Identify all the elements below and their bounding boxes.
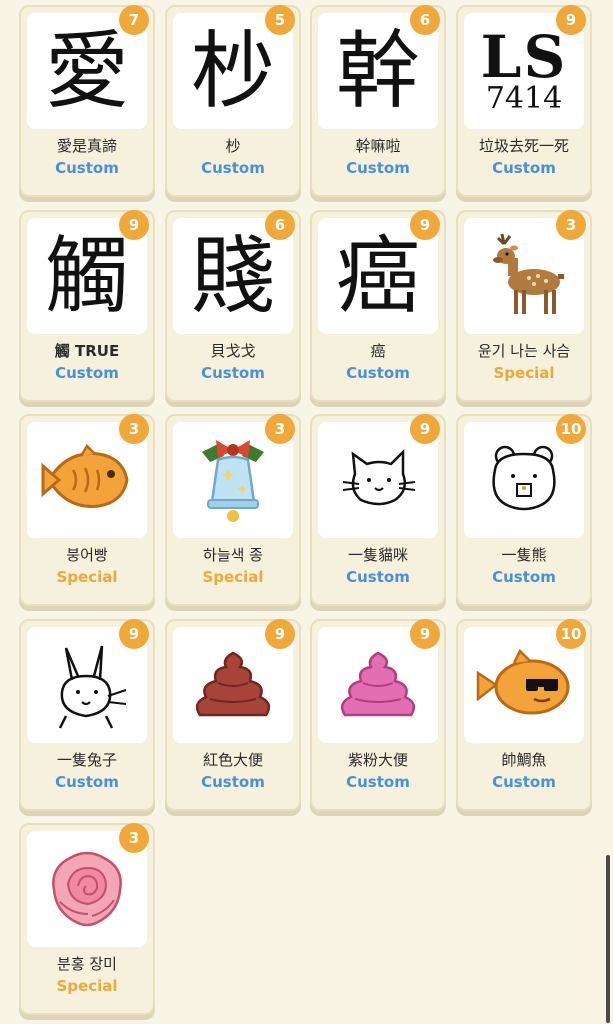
char-gan-icon: 幹 (335, 22, 420, 120)
cat-sketch-icon (342, 448, 416, 506)
sticker-grid: 愛 7 愛是真諦 Custom 杪 5 杪 Custom 幹 6 幹嘛啦 Cus… (0, 0, 613, 1024)
sticker-card[interactable]: 10 一隻熊 Custom (456, 414, 592, 606)
sticker-tier: Special (202, 568, 264, 586)
bear-sketch-icon (492, 445, 556, 511)
sticker-name: 윤기 나는 사슴 (477, 342, 571, 360)
sticker-card[interactable]: 9 一隻貓咪 Custom (310, 414, 446, 606)
sticker-name: 紅色大便 (202, 751, 263, 769)
sticker-tier: Custom (492, 773, 556, 791)
sticker-name: 一隻貓咪 (347, 546, 408, 564)
sticker-tier: Custom (492, 159, 556, 177)
sticker-card[interactable]: 賤 6 貝戈戈 Custom (165, 210, 301, 402)
ls-7414-icon: LS 7414 (481, 28, 568, 114)
char-jian-icon: 賤 (190, 227, 275, 325)
sticker-tier: Special (493, 364, 555, 382)
sticker-tier: Custom (346, 773, 410, 791)
ls-text: LS (480, 23, 568, 91)
char-chu-icon: 觸 (44, 227, 129, 325)
sticker-name: 붕어빵 (66, 546, 108, 564)
rabbit-sketch-icon (58, 645, 127, 729)
brown-poop-icon (195, 651, 271, 717)
sticker-tier: Custom (346, 568, 410, 586)
sticker-name: 帥鯛魚 (501, 751, 547, 769)
cool-fish-bread-icon (476, 648, 570, 715)
sticker-card[interactable]: 3 분홍 장미 Special (19, 823, 155, 1015)
count-badge: 9 (119, 619, 149, 649)
deer-icon (493, 233, 564, 314)
char-miao-icon: 杪 (190, 22, 275, 120)
count-badge: 10 (556, 414, 586, 444)
sticker-name: 垃圾去死一死 (478, 137, 569, 155)
sticker-card[interactable]: 3 윤기 나는 사슴 Special (456, 210, 592, 402)
count-badge: 9 (265, 619, 295, 649)
count-badge: 3 (556, 210, 586, 240)
count-badge: 6 (410, 5, 440, 35)
sticker-card[interactable]: 癌 9 癌 Custom (310, 210, 446, 402)
sticker-tier: Special (56, 977, 118, 995)
sticker-name: 愛是真諦 (56, 137, 117, 155)
sticker-tier: Custom (492, 568, 556, 586)
sticker-tier: Custom (55, 773, 119, 791)
sticker-name: 貝戈戈 (210, 342, 256, 360)
sticker-name: 杪 (225, 137, 241, 155)
ls-number: 7414 (485, 81, 563, 116)
pink-rose-icon (52, 851, 122, 927)
sticker-card[interactable]: 觸 9 觸 TRUE Custom (19, 210, 155, 402)
sticker-tier: Custom (346, 159, 410, 177)
count-badge: 3 (265, 414, 295, 444)
count-badge: 7 (119, 5, 149, 35)
count-badge: 9 (410, 619, 440, 649)
count-badge: 5 (265, 5, 295, 35)
count-badge: 6 (265, 210, 295, 240)
scrollbar[interactable] (606, 855, 610, 1023)
sticker-tier: Custom (55, 364, 119, 382)
sticker-name: 癌 (370, 342, 386, 360)
sticker-tier: Special (56, 568, 118, 586)
pink-poop-icon (340, 651, 416, 717)
sticker-card[interactable]: 愛 7 愛是真諦 Custom (19, 5, 155, 197)
sticker-tier: Custom (201, 159, 265, 177)
sticker-name: 紫粉大便 (347, 751, 408, 769)
sticker-card[interactable]: 9 一隻兔子 Custom (19, 619, 155, 811)
sky-blue-bell-icon (202, 440, 264, 522)
count-badge: 9 (556, 5, 586, 35)
count-badge: 10 (556, 619, 586, 649)
count-badge: 3 (119, 414, 149, 444)
sticker-tier: Custom (201, 364, 265, 382)
sticker-name: 분홍 장미 (57, 955, 117, 973)
count-badge: 9 (410, 414, 440, 444)
sticker-name: 하늘색 종 (203, 546, 263, 564)
sticker-card[interactable]: 3 하늘색 종 Special (165, 414, 301, 606)
sticker-card[interactable]: 3 붕어빵 Special (19, 414, 155, 606)
count-badge: 9 (410, 210, 440, 240)
char-ai-icon: 愛 (44, 22, 129, 120)
char-ai-cancer-icon: 癌 (335, 227, 420, 325)
sticker-card[interactable]: 9 紫粉大便 Custom (310, 619, 446, 811)
sticker-card[interactable]: 杪 5 杪 Custom (165, 5, 301, 197)
sticker-card[interactable]: 10 帥鯛魚 Custom (456, 619, 592, 811)
sticker-name: 一隻兔子 (56, 751, 117, 769)
sticker-tier: Custom (346, 364, 410, 382)
count-badge: 9 (119, 210, 149, 240)
sticker-card[interactable]: LS 7414 9 垃圾去死一死 Custom (456, 5, 592, 197)
sticker-card[interactable]: 9 紅色大便 Custom (165, 619, 301, 811)
sticker-tier: Custom (201, 773, 265, 791)
count-badge: 3 (119, 823, 149, 853)
fish-bread-icon (41, 443, 129, 508)
sticker-name: 觸 TRUE (54, 342, 120, 360)
sticker-name: 幹嘛啦 (355, 137, 401, 155)
sticker-tier: Custom (55, 159, 119, 177)
sticker-name: 一隻熊 (501, 546, 547, 564)
sticker-card[interactable]: 幹 6 幹嘛啦 Custom (310, 5, 446, 197)
